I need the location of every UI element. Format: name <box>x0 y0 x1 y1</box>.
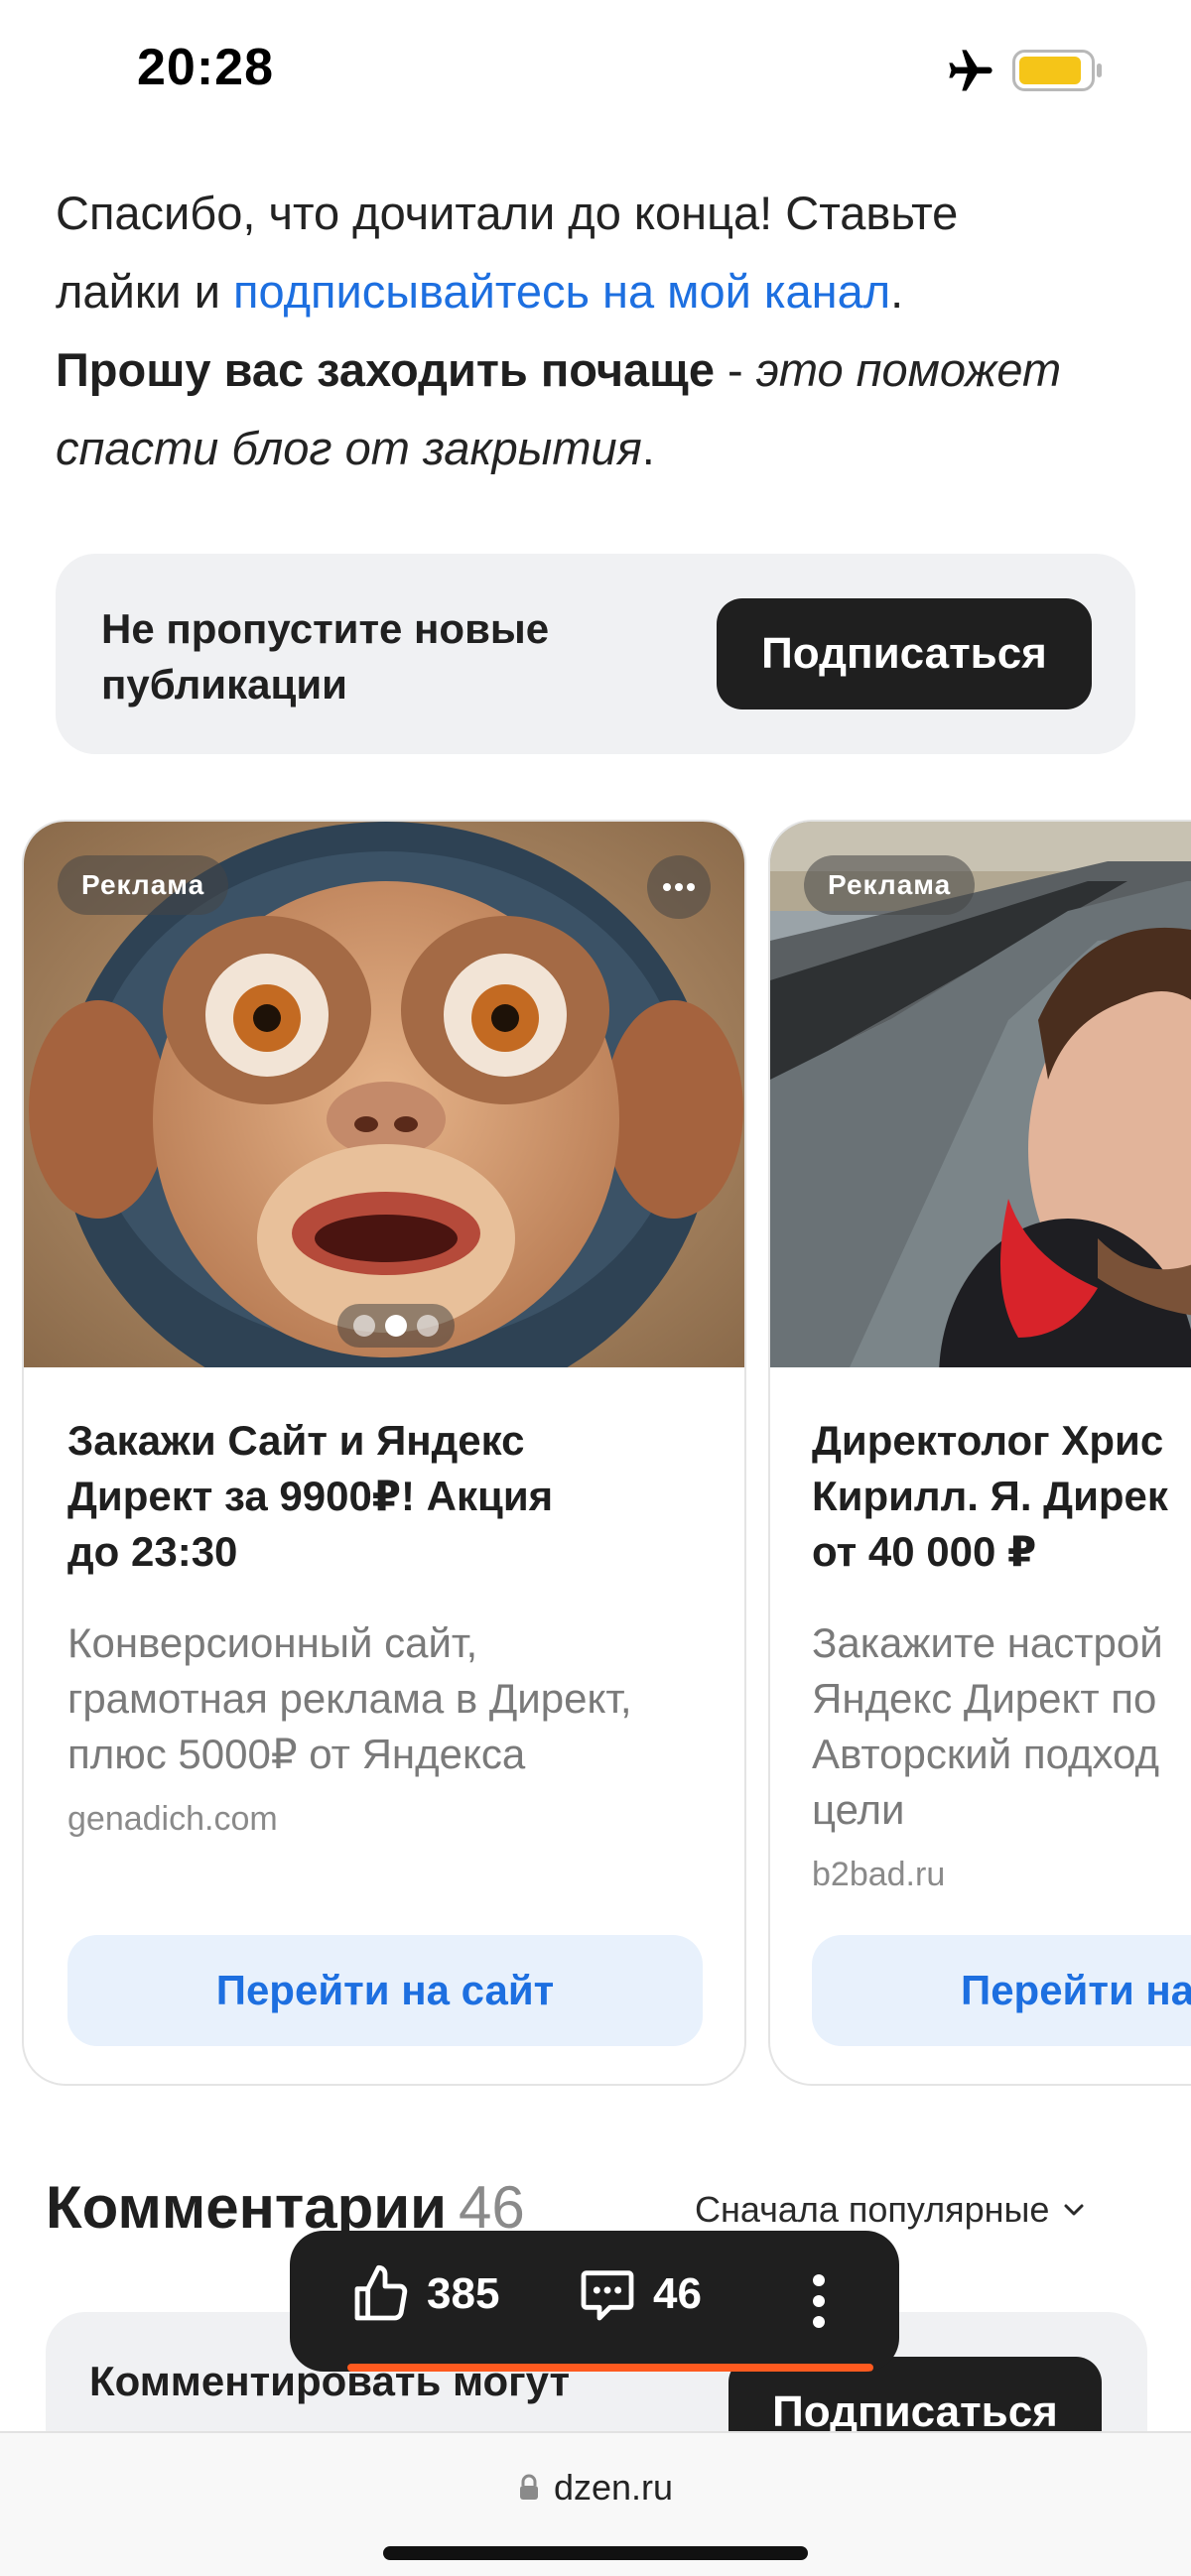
ad-description: Закажите настрой Яндекс Директ по Авторс… <box>812 1619 1163 1833</box>
pagination-dot-active <box>385 1315 407 1337</box>
ad-card[interactable]: Реклама Директолог Хрис Кирилл. Я. Дирек… <box>768 820 1191 2086</box>
ad-domain: b2bad.ru <box>812 1856 946 1893</box>
more-vertical-icon <box>813 2274 825 2328</box>
comments-sort-select[interactable]: Сначала популярные <box>695 2189 1085 2231</box>
channel-subscribe-link[interactable]: подписывайтесь на мой канал <box>233 265 890 318</box>
ad-description: Конверсионный сайт, грамотная реклама в … <box>67 1619 632 1777</box>
ad-title[interactable]: Закажи Сайт и Яндекс Директ за 9900₽! Ак… <box>67 1413 703 1580</box>
more-options-button[interactable] <box>794 2256 844 2346</box>
address-bar[interactable]: dzen.ru <box>0 2467 1191 2509</box>
status-bar: 20:28 <box>0 0 1191 139</box>
battery-icon <box>1012 50 1102 91</box>
status-time: 20:28 <box>137 39 274 96</box>
ad-badge: Реклама <box>58 855 229 915</box>
ad-image-pagination <box>337 1304 455 1348</box>
ad-image-selfie-canal[interactable]: Реклама <box>770 822 1191 1367</box>
ad-card[interactable]: Реклама Закажи Сайт и Яндекс Директ за 9… <box>22 820 746 2086</box>
article-line: лайки и подписывайтесь на мой канал. <box>56 265 904 318</box>
ad-more-button[interactable] <box>647 855 711 919</box>
pagination-dot <box>417 1315 439 1337</box>
article-line: Спасибо, что дочитали до конца! Ставьте <box>56 187 959 239</box>
reading-progress-bar <box>347 2364 873 2372</box>
article-line: спасти блог от закрытия. <box>56 422 655 474</box>
ad-domain: genadich.com <box>67 1800 278 1838</box>
lock-icon <box>519 2474 538 2500</box>
ad-image-chimpanzee[interactable]: Реклама <box>24 822 744 1367</box>
article-closing-text: Спасибо, что дочитали до конца! Ставьте … <box>56 174 1147 487</box>
ad-visit-site-button[interactable]: Перейти на сайт <box>67 1935 703 2046</box>
likes-count: 385 <box>427 2269 500 2318</box>
comments-count-button: 46 <box>653 2269 702 2318</box>
floating-action-bar: 385 46 <box>290 2231 899 2372</box>
home-indicator[interactable] <box>383 2546 808 2560</box>
comment-bubble-icon <box>581 2270 634 2321</box>
ad-title[interactable]: Директолог Хрис Кирилл. Я. Дирек от 40 0… <box>812 1413 1191 1580</box>
comment-button[interactable]: 46 <box>576 2262 702 2326</box>
pagination-dot <box>353 1315 375 1337</box>
ad-badge: Реклама <box>804 855 976 915</box>
airplane-icon <box>949 50 992 91</box>
subscribe-button[interactable]: Подписаться <box>717 598 1092 709</box>
ad-visit-site-button[interactable]: Перейти на <box>812 1935 1191 2046</box>
browser-bottom-bar: dzen.ru <box>0 2431 1191 2576</box>
chevron-down-icon <box>1064 2204 1084 2216</box>
more-horizontal-icon <box>663 883 695 891</box>
thumbs-up-icon <box>354 2264 408 2321</box>
sort-label: Сначала популярные <box>695 2189 1050 2230</box>
url-text: dzen.ru <box>553 2467 674 2508</box>
article-line: Прошу вас заходить почаще - это поможет <box>56 343 1062 396</box>
like-button[interactable]: 385 <box>349 2262 499 2326</box>
subscribe-banner-text: Не пропустите новые публикации <box>101 605 550 708</box>
subscribe-banner: Не пропустите новые публикации Подписать… <box>56 554 1135 754</box>
